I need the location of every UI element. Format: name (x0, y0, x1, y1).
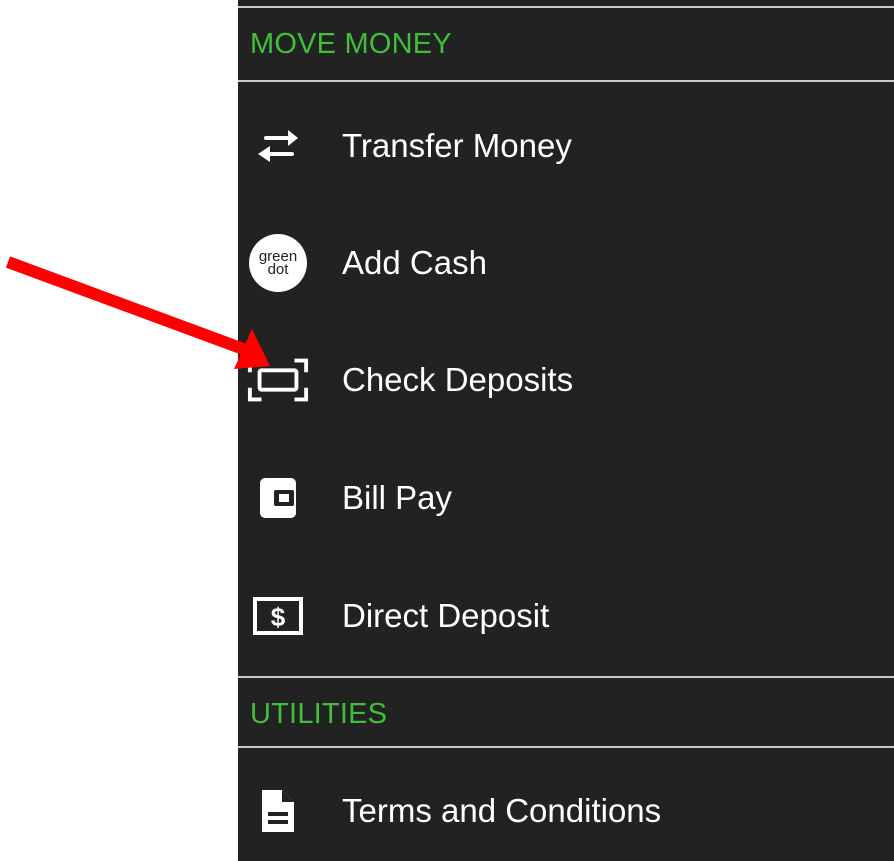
side-menu: MOVE MONEY Transfer Money green dot Add … (238, 0, 894, 861)
dollar-symbol: $ (271, 602, 286, 632)
menu-item-transfer-money[interactable]: Transfer Money (238, 96, 894, 196)
menu-item-direct-deposit[interactable]: $ Direct Deposit (238, 566, 894, 666)
wallet-icon (246, 470, 310, 526)
menu-item-check-deposits[interactable]: Check Deposits (238, 330, 894, 430)
menu-item-terms-and-conditions[interactable]: Terms and Conditions (238, 761, 894, 861)
menu-item-label: Terms and Conditions (342, 792, 662, 829)
divider-utilities-top (238, 676, 894, 678)
section-header-utilities: UTILITIES (250, 697, 388, 730)
check-scan-icon (246, 352, 310, 408)
document-icon (246, 783, 310, 839)
green-dot-badge: green dot (249, 234, 307, 292)
top-divider (238, 6, 894, 8)
transfer-arrows-icon (246, 118, 310, 174)
green-dot-logo-icon: green dot (246, 234, 310, 292)
menu-item-label: Add Cash (342, 244, 487, 281)
menu-item-add-cash[interactable]: green dot Add Cash (238, 213, 894, 313)
badge-line-2: dot (267, 261, 289, 278)
section-header-move-money: MOVE MONEY (250, 27, 452, 60)
menu-item-bill-pay[interactable]: Bill Pay (238, 448, 894, 548)
divider-move-money (238, 80, 894, 82)
menu-item-label: Transfer Money (342, 127, 572, 164)
menu-item-label: Bill Pay (342, 479, 453, 516)
dollar-bill-icon: $ (246, 588, 310, 644)
menu-item-label: Check Deposits (342, 361, 574, 398)
menu-item-label: Direct Deposit (342, 597, 550, 634)
divider-utilities (238, 746, 894, 748)
